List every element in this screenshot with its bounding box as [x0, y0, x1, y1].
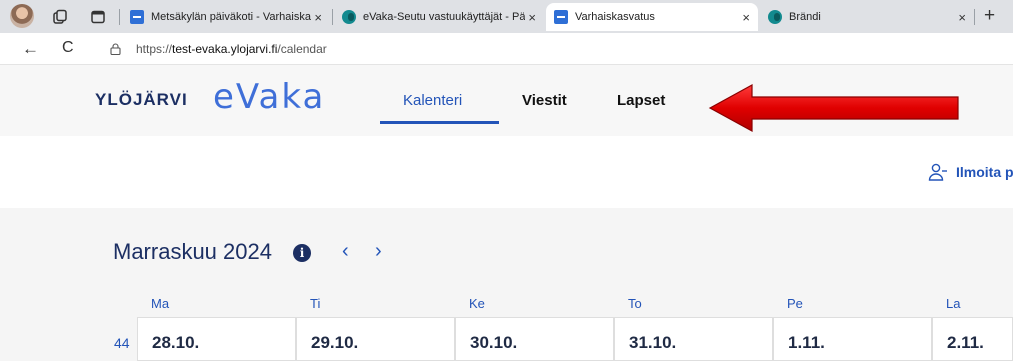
city-logo[interactable]: YLÖJÄRVI [95, 90, 188, 110]
weekday-header: La [946, 296, 961, 311]
browser-tab-strip: Metsäkylän päiväkoti - Varhaiskas × eVak… [0, 0, 1013, 33]
info-icon[interactable]: i [293, 244, 311, 262]
day-date: 28.10. [152, 333, 200, 352]
url-scheme: https:// [136, 42, 173, 56]
address-bar: ← C https://test-evaka.ylojarvi.fi/calen… [0, 33, 1013, 65]
url-host: test-evaka.ylojarvi.fi [172, 42, 278, 56]
back-icon[interactable]: ← [22, 39, 39, 59]
weekday-header: To [628, 296, 642, 311]
profile-avatar[interactable] [10, 4, 34, 28]
weekday-header: Ti [310, 296, 321, 311]
browser-tab[interactable]: Brändi × [760, 3, 974, 31]
weekday-header: Ma [151, 296, 170, 311]
tab-separator [332, 9, 333, 25]
workspaces-icon[interactable] [50, 7, 70, 27]
calendar-day-cell[interactable]: 2.11. [932, 317, 1013, 361]
calendar-day-cell[interactable]: 28.10. [137, 317, 296, 361]
day-date: 1.11. [788, 333, 825, 352]
weekday-header: Ke [469, 296, 485, 311]
site-info-lock-icon[interactable] [110, 43, 121, 55]
tab-separator [119, 9, 120, 25]
calendar-day-cell[interactable]: 1.11. [773, 317, 932, 361]
calendar-day-cell[interactable]: 30.10. [455, 317, 614, 361]
calendar-day-cell[interactable]: 29.10. [296, 317, 455, 361]
close-tab-icon[interactable]: × [528, 10, 536, 25]
toolbar-strip: Ilmoita p [0, 136, 1013, 208]
user-minus-icon [928, 163, 947, 181]
nav-tab-children[interactable]: Lapset [617, 92, 665, 109]
nav-tab-messages[interactable]: Viestit [522, 92, 567, 109]
calendar-section: Marraskuu 2024 i ‹ › Ma Ti Ke To Pe La 4… [0, 208, 1013, 361]
browser-tab[interactable]: Metsäkylän päiväkoti - Varhaiskas × [122, 3, 330, 31]
sharepoint-favicon-icon [768, 10, 782, 24]
tab-title: Varhaiskasvatus [575, 11, 655, 23]
nav-tab-calendar[interactable]: Kalenteri [403, 92, 462, 109]
month-title: Marraskuu 2024 [113, 239, 272, 264]
previous-month-icon[interactable]: ‹ [342, 240, 349, 263]
week-number: 44 [114, 335, 130, 351]
sharepoint-favicon-icon [342, 10, 356, 24]
close-tab-icon[interactable]: × [314, 10, 322, 25]
day-date: 2.11. [947, 333, 984, 352]
close-tab-icon[interactable]: × [958, 10, 966, 25]
evaka-logo[interactable]: eVaka [213, 77, 325, 117]
report-absence-label: Ilmoita p [956, 164, 1013, 180]
new-tab-icon[interactable]: + [984, 5, 995, 27]
next-month-icon[interactable]: › [375, 240, 382, 263]
reload-icon[interactable]: C [62, 39, 74, 57]
close-tab-icon[interactable]: × [742, 10, 750, 25]
active-tab-indicator [380, 121, 499, 124]
day-date: 29.10. [311, 333, 359, 352]
app-header: YLÖJÄRVI eVaka Kalenteri Viestit Lapset [0, 65, 1013, 136]
tab-title: eVaka-Seutu vastuukäyttäjät - Pää [363, 11, 525, 23]
calendar-day-cell[interactable]: 31.10. [614, 317, 773, 361]
red-arrow-annotation [708, 83, 959, 133]
tab-title: Metsäkylän päiväkoti - Varhaiskas [151, 11, 311, 23]
site-favicon-icon [130, 10, 144, 24]
site-favicon-icon [554, 10, 568, 24]
browser-tab-active[interactable]: Varhaiskasvatus × [546, 3, 758, 31]
report-absence-button[interactable]: Ilmoita p [928, 163, 1013, 181]
url-path: /calendar [277, 42, 327, 56]
tab-title: Brändi [789, 11, 821, 23]
url-field[interactable]: https://test-evaka.ylojarvi.fi/calendar [136, 42, 327, 56]
day-date: 31.10. [629, 333, 677, 352]
tab-separator [974, 9, 975, 25]
day-date: 30.10. [470, 333, 518, 352]
browser-tab[interactable]: eVaka-Seutu vastuukäyttäjät - Pää × [334, 3, 544, 31]
tab-actions-icon[interactable] [88, 7, 108, 27]
weekday-header: Pe [787, 296, 803, 311]
